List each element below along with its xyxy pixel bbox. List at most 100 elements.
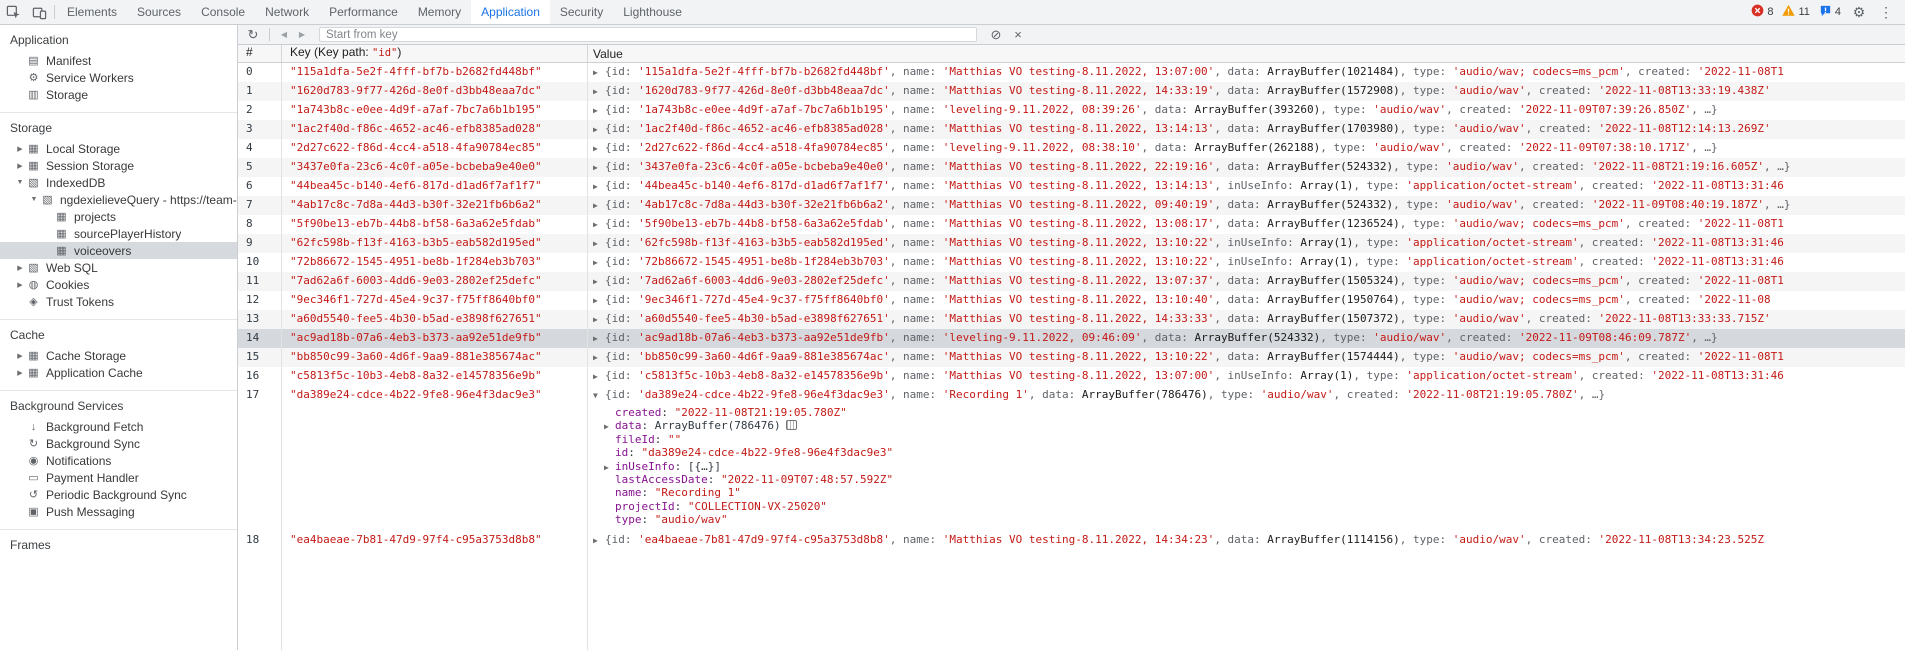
inspect-element-icon[interactable] bbox=[0, 0, 26, 24]
table-row-11[interactable]: 11"7ad62a6f-6003-4dd6-9e03-2802ef25defc"… bbox=[238, 272, 1905, 291]
table-row-7[interactable]: 7"4ab17c8c-7d8a-44d3-b30f-32e21fb6b6a2"▶… bbox=[238, 196, 1905, 215]
disclosure-collapsed-icon[interactable]: ▶ bbox=[593, 532, 605, 550]
sidebar-item-push-messaging[interactable]: ▣Push Messaging bbox=[0, 503, 237, 520]
tab-performance[interactable]: Performance bbox=[319, 0, 408, 24]
sidebar-item-sourceplayerhistory[interactable]: ▦sourcePlayerHistory bbox=[0, 225, 237, 242]
sidebar-item-voiceovers[interactable]: ▦voiceovers bbox=[0, 242, 237, 259]
column-header-value[interactable]: Value bbox=[588, 47, 1905, 61]
table-row-17[interactable]: 17"da389e24-cdce-4b22-9fe8-96e4f3dac9e3"… bbox=[238, 386, 1905, 531]
table-row-2[interactable]: 2"1a743b8c-e0ee-4d9f-a7af-7bc7a6b1b195"▶… bbox=[238, 101, 1905, 120]
grid-body: 0"115a1dfa-5e2f-4fff-bf7b-b2682fd448bf"▶… bbox=[238, 63, 1905, 550]
sidebar-item-trust-tokens[interactable]: ◈Trust Tokens bbox=[0, 293, 237, 310]
chevron-collapsed-icon[interactable]: ▶ bbox=[14, 162, 26, 170]
table-row-8[interactable]: 8"5f90be13-eb7b-44b8-bf58-6a3a62e5fdab"▶… bbox=[238, 215, 1905, 234]
disclosure-collapsed-icon[interactable]: ▶ bbox=[604, 420, 615, 433]
start-from-key-input[interactable] bbox=[319, 27, 977, 42]
disclosure-collapsed-icon[interactable]: ▶ bbox=[593, 102, 605, 120]
kebab-menu-icon[interactable]: ⋮ bbox=[1877, 5, 1895, 19]
disclosure-collapsed-icon[interactable]: ▶ bbox=[593, 368, 605, 386]
error-badge[interactable]: 8 bbox=[1751, 4, 1773, 20]
disclosure-collapsed-icon[interactable]: ▶ bbox=[593, 197, 605, 215]
row-value: ▶{id: '7ad62a6f-6003-4dd6-9e03-2802ef25d… bbox=[588, 272, 1905, 291]
sidebar-item-manifest[interactable]: ▤Manifest bbox=[0, 52, 237, 69]
sidebar-item-service-workers[interactable]: ⚙Service Workers bbox=[0, 69, 237, 86]
chevron-collapsed-icon[interactable]: ▶ bbox=[14, 281, 26, 289]
sidebar-item-notifications[interactable]: ◉Notifications bbox=[0, 452, 237, 469]
disclosure-collapsed-icon[interactable]: ▶ bbox=[593, 254, 605, 272]
disclosure-collapsed-icon[interactable]: ▶ bbox=[593, 349, 605, 367]
table-row-13[interactable]: 13"a60d5540-fee5-4b30-b5ad-e3898f627651"… bbox=[238, 310, 1905, 329]
table-row-1[interactable]: 1"1620d783-9f77-426d-8e0f-d3bb48eaa7dc"▶… bbox=[238, 82, 1905, 101]
disclosure-collapsed-icon[interactable]: ▶ bbox=[593, 235, 605, 253]
tab-elements[interactable]: Elements bbox=[57, 0, 127, 24]
sidebar-item-ngdexielievequery-https-team-vidieditor-vi[interactable]: ▼▧ngdexielieveQuery - https://team-vidie… bbox=[0, 191, 237, 208]
value-preview: ▶{id: '62fc598b-f13f-4163-b3b5-eab582d19… bbox=[593, 234, 1905, 253]
warning-badge[interactable]: 11 bbox=[1782, 4, 1809, 20]
chevron-collapsed-icon[interactable]: ▶ bbox=[14, 145, 26, 153]
sidebar-item-background-fetch[interactable]: ↓Background Fetch bbox=[0, 418, 237, 435]
table-row-14[interactable]: 14"ac9ad18b-07a6-4eb3-b373-aa92e51de9fb"… bbox=[238, 329, 1905, 348]
chevron-collapsed-icon[interactable]: ▶ bbox=[14, 264, 26, 272]
disclosure-collapsed-icon[interactable]: ▶ bbox=[593, 64, 605, 82]
property-name: id bbox=[615, 446, 628, 459]
table-row-4[interactable]: 4"2d27c622-f86d-4cc4-a518-4fa90784ec85"▶… bbox=[238, 139, 1905, 158]
disclosure-collapsed-icon[interactable]: ▶ bbox=[593, 121, 605, 139]
refresh-icon[interactable]: ↻ bbox=[242, 26, 264, 44]
disclosure-collapsed-icon[interactable]: ▶ bbox=[593, 330, 605, 348]
disclosure-collapsed-icon[interactable]: ▶ bbox=[604, 461, 615, 474]
disclosure-collapsed-icon[interactable]: ▶ bbox=[593, 216, 605, 234]
table-row-5[interactable]: 5"3437e0fa-23c6-4c0f-a05e-bcbeba9e40e0"▶… bbox=[238, 158, 1905, 177]
sidebar-item-periodic-background-sync[interactable]: ↺Periodic Background Sync bbox=[0, 486, 237, 503]
table-row-18[interactable]: 18"ea4baeae-7b81-47d9-97f4-c95a3753d8b8"… bbox=[238, 531, 1905, 550]
sidebar-item-storage[interactable]: ▥Storage bbox=[0, 86, 237, 103]
table-row-10[interactable]: 10"72b86672-1545-4951-be8b-1f284eb3b703"… bbox=[238, 253, 1905, 272]
disclosure-collapsed-icon[interactable]: ▶ bbox=[593, 83, 605, 101]
sidebar-item-application-cache[interactable]: ▶▦Application Cache bbox=[0, 364, 237, 381]
tab-memory[interactable]: Memory bbox=[408, 0, 471, 24]
column-header-key[interactable]: Key (Key path: "id") bbox=[282, 45, 588, 62]
sidebar-item-cookies[interactable]: ▶◍Cookies bbox=[0, 276, 237, 293]
sidebar-item-projects[interactable]: ▦projects bbox=[0, 208, 237, 225]
issues-badge[interactable]: 4 bbox=[1819, 4, 1841, 20]
tab-console[interactable]: Console bbox=[191, 0, 255, 24]
table-row-12[interactable]: 12"9ec346f1-727d-45e4-9c37-f75ff8640bf0"… bbox=[238, 291, 1905, 310]
table-row-0[interactable]: 0"115a1dfa-5e2f-4fff-bf7b-b2682fd448bf"▶… bbox=[238, 63, 1905, 82]
table-row-16[interactable]: 16"c5813f5c-10b3-4eb8-8a32-e14578356e9b"… bbox=[238, 367, 1905, 386]
tab-lighthouse[interactable]: Lighthouse bbox=[613, 0, 692, 24]
chevron-expanded-icon[interactable]: ▼ bbox=[14, 179, 26, 186]
disclosure-collapsed-icon[interactable]: ▶ bbox=[593, 292, 605, 310]
tab-application[interactable]: Application bbox=[471, 0, 550, 24]
disclosure-expanded-icon[interactable]: ▼ bbox=[593, 387, 605, 405]
sidebar-item-payment-handler[interactable]: ▭Payment Handler bbox=[0, 469, 237, 486]
disclosure-collapsed-icon[interactable]: ▶ bbox=[593, 273, 605, 291]
next-page-icon[interactable]: ▶ bbox=[293, 26, 311, 44]
sidebar-item-background-sync[interactable]: ↻Background Sync bbox=[0, 435, 237, 452]
tab-network[interactable]: Network bbox=[255, 0, 319, 24]
sidebar-item-web-sql[interactable]: ▶▧Web SQL bbox=[0, 259, 237, 276]
error-icon bbox=[1751, 4, 1764, 20]
previous-page-icon[interactable]: ◀ bbox=[275, 26, 293, 44]
sidebar-item-cache-storage[interactable]: ▶▦Cache Storage bbox=[0, 347, 237, 364]
table-row-6[interactable]: 6"44bea45c-b140-4ef6-817d-d1ad6f7af1f7"▶… bbox=[238, 177, 1905, 196]
sidebar-item-indexeddb[interactable]: ▼▧IndexedDB bbox=[0, 174, 237, 191]
delete-selected-icon[interactable]: × bbox=[1007, 26, 1029, 44]
disclosure-collapsed-icon[interactable]: ▶ bbox=[593, 311, 605, 329]
memory-inspector-icon[interactable] bbox=[786, 420, 797, 430]
tab-sources[interactable]: Sources bbox=[127, 0, 191, 24]
settings-gear-icon[interactable]: ⚙ bbox=[1850, 5, 1868, 19]
tab-security[interactable]: Security bbox=[550, 0, 613, 24]
table-row-3[interactable]: 3"1ac2f40d-f86c-4652-ac46-efb8385ad028"▶… bbox=[238, 120, 1905, 139]
table-row-9[interactable]: 9"62fc598b-f13f-4163-b3b5-eab582d195ed"▶… bbox=[238, 234, 1905, 253]
clear-object-store-icon[interactable]: ⊘ bbox=[985, 26, 1007, 44]
sidebar-item-session-storage[interactable]: ▶▦Session Storage bbox=[0, 157, 237, 174]
sidebar-item-local-storage[interactable]: ▶▦Local Storage bbox=[0, 140, 237, 157]
chevron-expanded-icon[interactable]: ▼ bbox=[28, 196, 40, 203]
disclosure-collapsed-icon[interactable]: ▶ bbox=[593, 178, 605, 196]
device-toolbar-icon[interactable] bbox=[26, 0, 52, 24]
disclosure-collapsed-icon[interactable]: ▶ bbox=[593, 140, 605, 158]
chevron-collapsed-icon[interactable]: ▶ bbox=[14, 369, 26, 377]
disclosure-collapsed-icon[interactable]: ▶ bbox=[593, 159, 605, 177]
column-header-index[interactable]: # bbox=[238, 45, 282, 62]
table-row-15[interactable]: 15"bb850c99-3a60-4d6f-9aa9-881e385674ac"… bbox=[238, 348, 1905, 367]
chevron-collapsed-icon[interactable]: ▶ bbox=[14, 352, 26, 360]
